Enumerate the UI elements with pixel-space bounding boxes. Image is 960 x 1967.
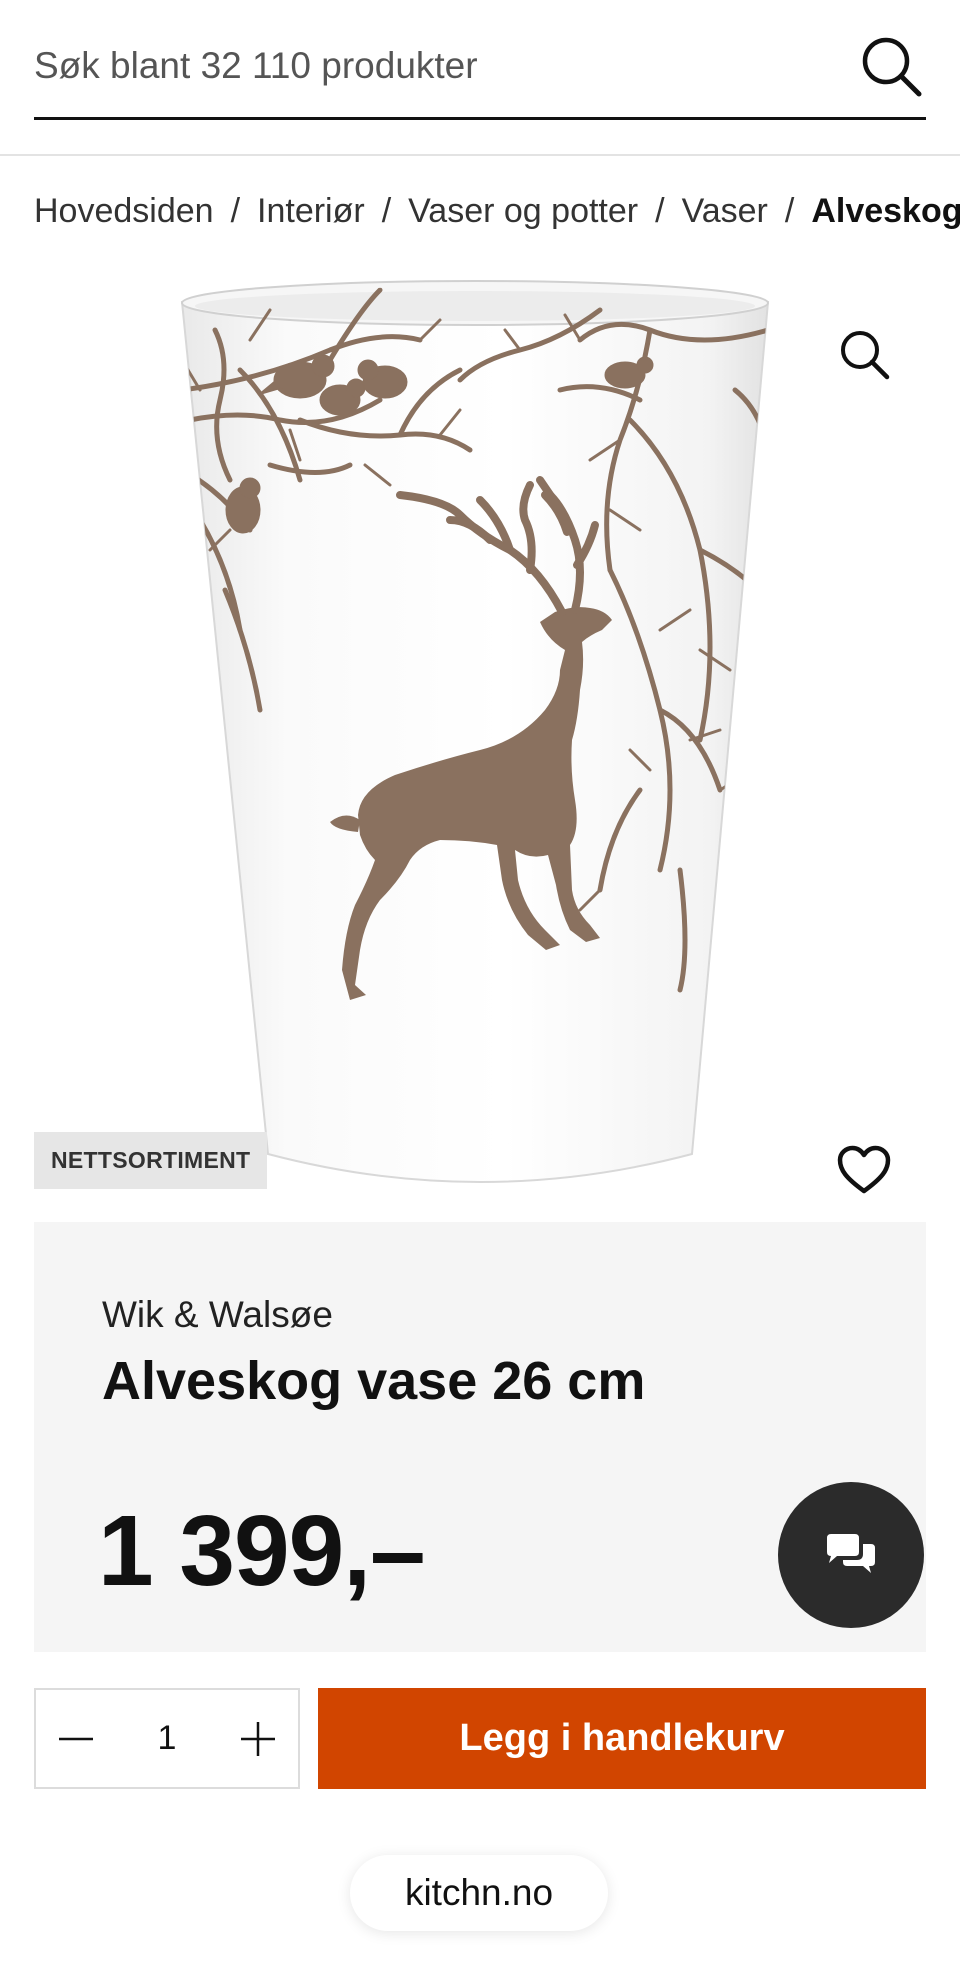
assortment-badge: NETTSORTIMENT (34, 1132, 268, 1189)
minus-icon (59, 1737, 93, 1740)
breadcrumb-current: Alveskog (811, 191, 960, 230)
product-page: Hovedsiden / Interiør / Vaser og potter … (0, 0, 960, 1967)
product-price: 1 399,– (98, 1495, 426, 1607)
breadcrumb-separator: / (230, 191, 241, 230)
decrease-quantity-button[interactable] (36, 1690, 116, 1787)
breadcrumb: Hovedsiden / Interiør / Vaser og potter … (34, 186, 960, 236)
search-icon (862, 37, 922, 96)
breadcrumb-vases[interactable]: Vaser (682, 192, 768, 231)
site-url-pill[interactable]: kitchn.no (350, 1855, 608, 1931)
search-input[interactable] (34, 44, 814, 95)
search-bar (34, 22, 926, 120)
chat-icon (827, 1534, 875, 1573)
add-to-cart-button[interactable]: Legg i handlekurv (318, 1688, 926, 1789)
breadcrumb-separator: / (381, 191, 392, 230)
breadcrumb-vases-and-pots[interactable]: Vaser og potter (408, 192, 638, 231)
breadcrumb-home[interactable]: Hovedsiden (34, 192, 214, 231)
quantity-value[interactable]: 1 (158, 1719, 177, 1758)
search-button[interactable] (856, 35, 926, 105)
quantity-stepper: 1 (34, 1688, 300, 1789)
zoom-icon (841, 331, 890, 380)
zoom-button[interactable] (836, 326, 892, 382)
favorite-button[interactable] (836, 1144, 892, 1196)
breadcrumb-separator: / (784, 191, 795, 230)
product-image[interactable] (0, 270, 960, 1200)
header-divider (0, 154, 960, 156)
chat-button[interactable] (778, 1482, 924, 1628)
breadcrumb-interior[interactable]: Interiør (257, 192, 365, 231)
product-title: Alveskog vase 26 cm (102, 1351, 646, 1411)
product-brand[interactable]: Wik & Walsøe (102, 1294, 333, 1336)
breadcrumb-separator: / (655, 191, 665, 230)
plus-icon (240, 1721, 275, 1756)
increase-quantity-button[interactable] (218, 1690, 298, 1787)
heart-icon (837, 1145, 891, 1194)
